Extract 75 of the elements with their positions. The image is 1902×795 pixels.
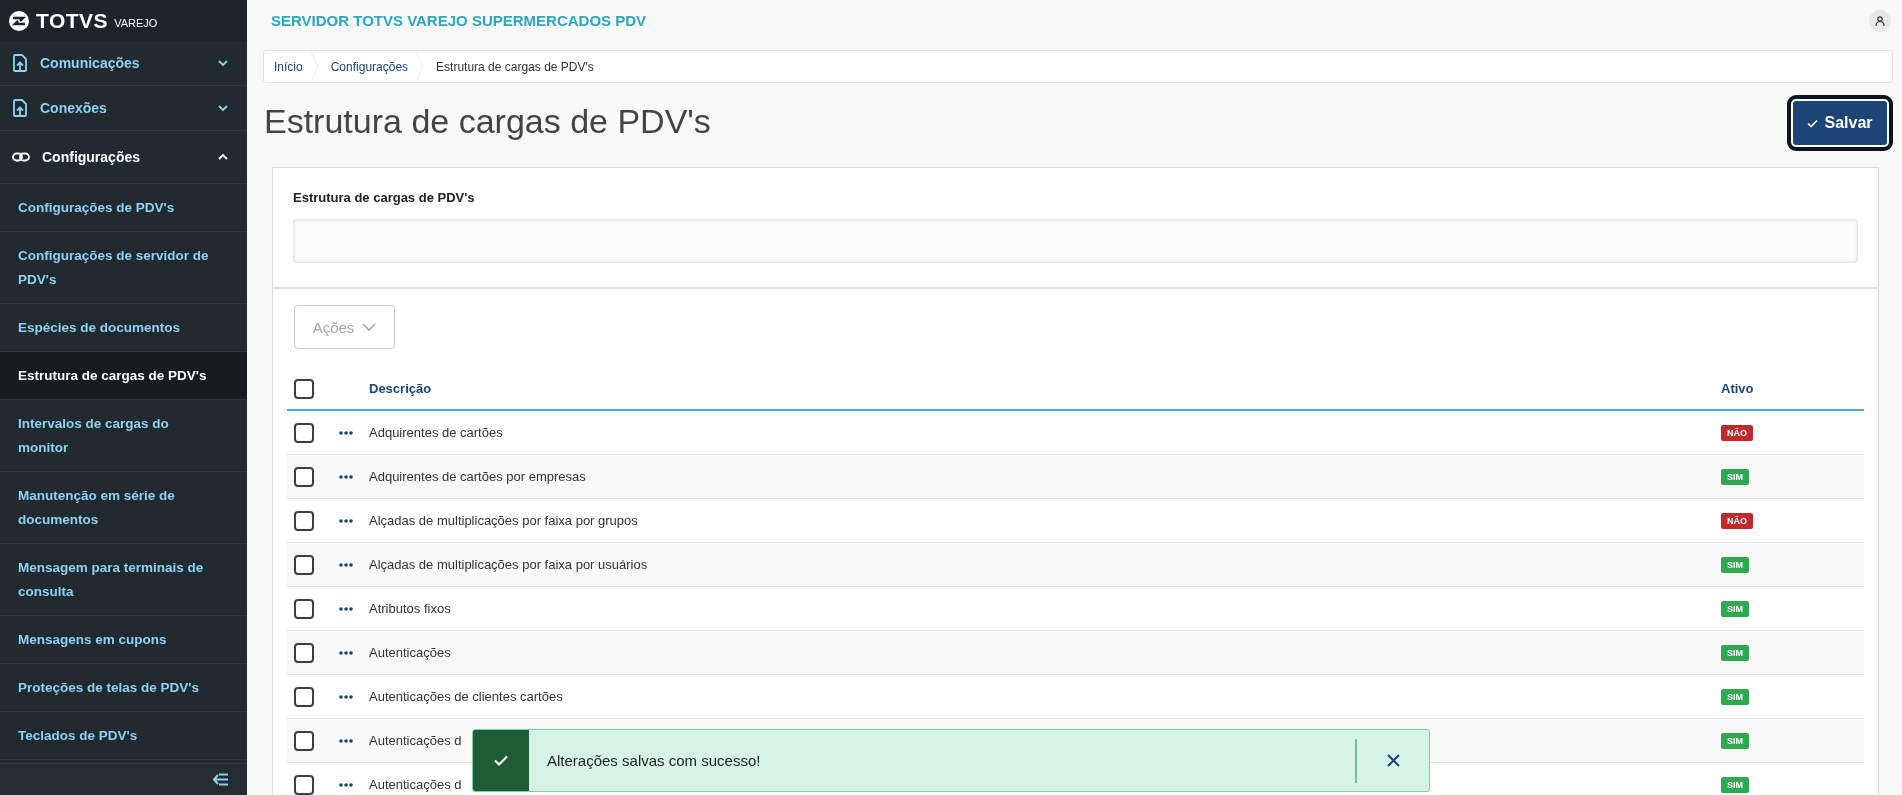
checkbox[interactable] <box>294 378 314 399</box>
logo-icon <box>8 9 30 32</box>
status-badge: SIM <box>1721 600 1749 617</box>
user-avatar[interactable] <box>1869 9 1891 32</box>
status-badge: SIM <box>1721 644 1749 661</box>
more-options-icon[interactable] <box>339 694 353 699</box>
field-label: Estrutura de cargas de PDV's <box>293 190 476 205</box>
menu-item[interactable]: Intervalos de cargas do monitor <box>0 400 247 472</box>
link-icon <box>12 152 30 162</box>
chevron-down-icon <box>217 103 229 113</box>
checkbox[interactable] <box>294 598 314 619</box>
status-badge: NÃO <box>1721 512 1753 529</box>
table-cell: Adquirentes de cartões <box>369 425 503 440</box>
app-title: SERVIDOR TOTVS VAREJO SUPERMERCADOS PDV <box>271 12 647 29</box>
menu-group[interactable]: Configurações <box>0 131 247 184</box>
table-cell: Alçadas de multiplicações por faixa por usuários <box>369 557 648 572</box>
checkbox[interactable] <box>294 510 314 531</box>
status-badge: SIM <box>1721 732 1749 749</box>
more-options-icon[interactable] <box>339 650 353 655</box>
more-options-icon[interactable] <box>339 474 353 479</box>
table-cell: Autenticações de clientes cartões <box>369 689 563 704</box>
column-header[interactable]: Descrição <box>369 381 1721 396</box>
more-options-icon[interactable] <box>339 782 353 787</box>
breadcrumb-link[interactable]: Configurações <box>316 51 423 82</box>
upload-document-icon <box>12 99 28 117</box>
menu-item[interactable]: Configurações de PDV's <box>0 184 247 232</box>
checkbox[interactable] <box>294 730 314 751</box>
product-name: VAREJO <box>114 16 158 29</box>
table-cell: Alçadas de multiplicações por faixa por grupos <box>369 513 638 528</box>
checkbox[interactable] <box>294 774 314 795</box>
menu-item[interactable]: Estrutura de cargas de PDV's <box>0 352 247 400</box>
chevron-down-icon <box>362 322 377 332</box>
menu-item[interactable]: Teclados de PDV's <box>0 712 247 760</box>
menu-item[interactable]: Mensagens em cupons <box>0 616 247 664</box>
checkmark-icon <box>494 755 508 766</box>
table-cell: Autenticações d <box>369 777 462 792</box>
menu-item[interactable]: Configurações de servidor de PDV's <box>0 232 247 304</box>
table-cell: Adquirentes de cartões por empresas <box>369 469 586 484</box>
more-options-icon[interactable] <box>339 606 353 611</box>
chevron-up-icon <box>217 152 229 162</box>
chevron-down-icon <box>217 58 229 68</box>
breadcrumb-link[interactable]: Início <box>264 51 317 82</box>
menu-item[interactable]: Mensagem para terminais de consulta <box>0 544 247 616</box>
checkbox[interactable] <box>294 686 314 707</box>
collapse-menu-icon[interactable] <box>213 773 229 786</box>
breadcrumb-current: Estrutura de cargas de PDV's <box>435 59 594 74</box>
checkbox[interactable] <box>294 422 314 443</box>
checkbox[interactable] <box>294 642 314 663</box>
table-cell: Autenticações d <box>369 733 462 748</box>
user-icon <box>1875 15 1885 26</box>
status-badge: SIM <box>1721 776 1749 793</box>
page-title: Estrutura de cargas de PDV's <box>264 101 711 141</box>
table-cell: Autenticações <box>369 645 451 660</box>
table-cell: Atributos fixos <box>369 601 451 616</box>
more-options-icon[interactable] <box>339 430 353 435</box>
upload-document-icon <box>12 54 28 72</box>
menu-group[interactable]: Comunicações <box>0 41 247 86</box>
menu-group[interactable]: Conexões <box>0 86 247 131</box>
close-icon <box>1386 754 1400 767</box>
status-badge: SIM <box>1721 468 1749 485</box>
brand-name: TOTVS <box>36 8 109 33</box>
status-badge: NÃO <box>1721 424 1753 441</box>
menu-item[interactable]: Manutenção em série de documentos <box>0 472 247 544</box>
checkbox[interactable] <box>294 554 314 575</box>
input-field[interactable] <box>293 219 1858 263</box>
status-badge: SIM <box>1721 688 1749 705</box>
checkbox[interactable] <box>294 466 314 487</box>
more-options-icon[interactable] <box>339 738 353 743</box>
more-options-icon[interactable] <box>339 518 353 523</box>
menu-item[interactable]: Proteções de telas de PDV's <box>0 664 247 712</box>
status-badge: SIM <box>1721 556 1749 573</box>
column-header[interactable]: Ativo <box>1721 381 1864 396</box>
checkmark-icon <box>1807 118 1819 128</box>
toast-message: Alterações salvas com sucesso! <box>546 752 762 769</box>
more-options-icon[interactable] <box>339 562 353 567</box>
